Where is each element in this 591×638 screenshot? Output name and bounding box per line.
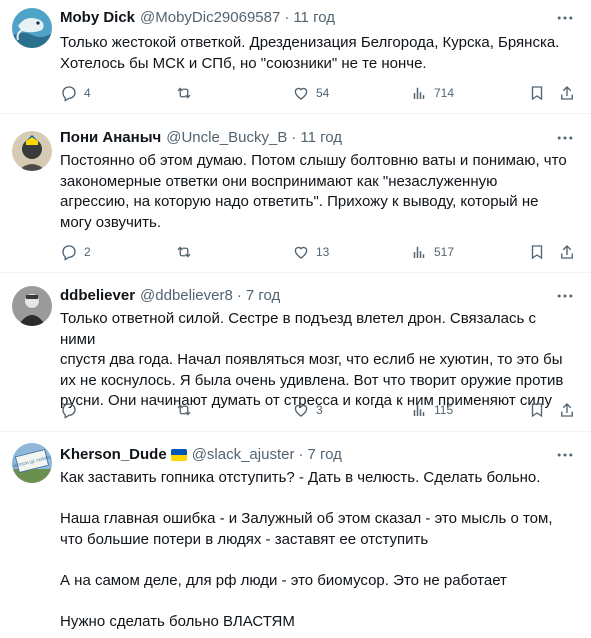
like-icon [294, 246, 308, 259]
tweet[interactable]: Moby Dick @MobyDic29069587 · 11 год Толь… [0, 0, 591, 114]
action-bar: 4 54 714 [60, 82, 579, 104]
more-icon[interactable] [555, 445, 575, 465]
retweet-icon [177, 246, 191, 258]
avatar[interactable]: ХЕРСОН ЦЕ УКРАЇНА [12, 443, 52, 483]
user-handle[interactable]: @slack_ajuster [192, 444, 295, 466]
separator-dot: · [236, 287, 242, 304]
more-icon[interactable] [555, 286, 575, 306]
display-name[interactable]: Kherson_Dude [60, 444, 167, 466]
tweet[interactable]: Пони Ананыч @Uncle_Bucky_B · 11 год Пост… [0, 115, 591, 273]
bookmark-icon [531, 245, 543, 260]
timestamp[interactable]: 11 год [293, 7, 335, 29]
share-icon [561, 245, 573, 259]
display-name[interactable]: ddbeliever [60, 285, 135, 307]
more-icon[interactable] [555, 8, 575, 28]
bookmark-button[interactable] [528, 241, 546, 263]
like-icon [294, 87, 308, 100]
reply-count: 4 [84, 86, 91, 100]
bookmark-icon [531, 86, 543, 101]
tweet-text: Только жестокой ответкой. Дрезденизация … [60, 34, 560, 72]
views-button[interactable]: 714 [410, 82, 454, 104]
like-button[interactable]: 3 [292, 399, 323, 421]
share-icon [561, 403, 573, 417]
like-button[interactable]: 54 [292, 82, 329, 104]
like-button[interactable]: 13 [292, 241, 329, 263]
views-icon [413, 246, 425, 258]
reply-button[interactable]: 2 [60, 241, 91, 263]
retweet-button[interactable] [175, 241, 199, 263]
views-count: 714 [434, 86, 455, 100]
tweet[interactable]: ddbeliever @ddbeliever8 · 7 год Только о… [0, 274, 591, 432]
reply-icon [62, 86, 76, 102]
views-button[interactable]: 115 [410, 399, 453, 421]
like-count: 3 [316, 403, 323, 417]
like-icon [294, 404, 308, 417]
timestamp[interactable]: 11 год [300, 127, 342, 149]
action-bar: 3 115 [60, 399, 579, 421]
tweet-text: Только ответной силой. Сестре в подъезд … [60, 310, 564, 409]
more-icon[interactable] [555, 128, 575, 148]
retweet-icon [177, 404, 191, 416]
ukraine-flag-icon [170, 449, 187, 461]
share-button[interactable] [558, 399, 576, 421]
retweet-icon [177, 87, 191, 99]
user-handle[interactable]: @ddbeliever8 [140, 285, 233, 307]
share-button[interactable] [558, 82, 576, 104]
like-count: 54 [316, 86, 330, 100]
action-bar: 2 13 517 [60, 241, 579, 263]
views-button[interactable]: 517 [410, 241, 454, 263]
user-handle[interactable]: @Uncle_Bucky_B [166, 127, 287, 149]
reply-icon [62, 245, 76, 261]
share-button[interactable] [558, 241, 576, 263]
retweet-button[interactable] [175, 399, 199, 421]
like-count: 13 [316, 245, 330, 259]
bookmark-button[interactable] [528, 82, 546, 104]
views-count: 115 [434, 403, 454, 417]
separator-dot: · [298, 446, 304, 463]
display-name[interactable]: Moby Dick [60, 7, 135, 29]
bookmark-icon [531, 403, 543, 418]
reply-icon [62, 403, 76, 419]
views-icon [413, 87, 425, 99]
separator-dot: · [291, 129, 297, 146]
reply-count: 2 [84, 245, 91, 259]
retweet-button[interactable] [175, 82, 199, 104]
avatar[interactable] [12, 286, 52, 326]
reply-button[interactable]: 4 [60, 82, 91, 104]
share-icon [561, 86, 573, 100]
bookmark-button[interactable] [528, 399, 546, 421]
timestamp[interactable]: 7 год [246, 285, 280, 307]
views-count: 517 [434, 245, 455, 259]
separator-dot: · [284, 9, 290, 26]
tweet-text: Постоянно об этом думаю. Потом слышу бол… [60, 152, 567, 231]
tweet[interactable]: ХЕРСОН ЦЕ УКРАЇНА Kherson_Dude @slack_aj… [0, 433, 591, 638]
avatar[interactable] [12, 8, 52, 48]
reply-button[interactable] [60, 399, 84, 421]
tweet-text: Как заставить гопника отступить? - Дать … [60, 469, 553, 630]
avatar[interactable] [12, 131, 52, 171]
user-handle[interactable]: @MobyDic29069587 [140, 7, 280, 29]
display-name[interactable]: Пони Ананыч [60, 127, 161, 149]
timestamp[interactable]: 7 год [307, 444, 341, 466]
views-icon [413, 404, 425, 416]
